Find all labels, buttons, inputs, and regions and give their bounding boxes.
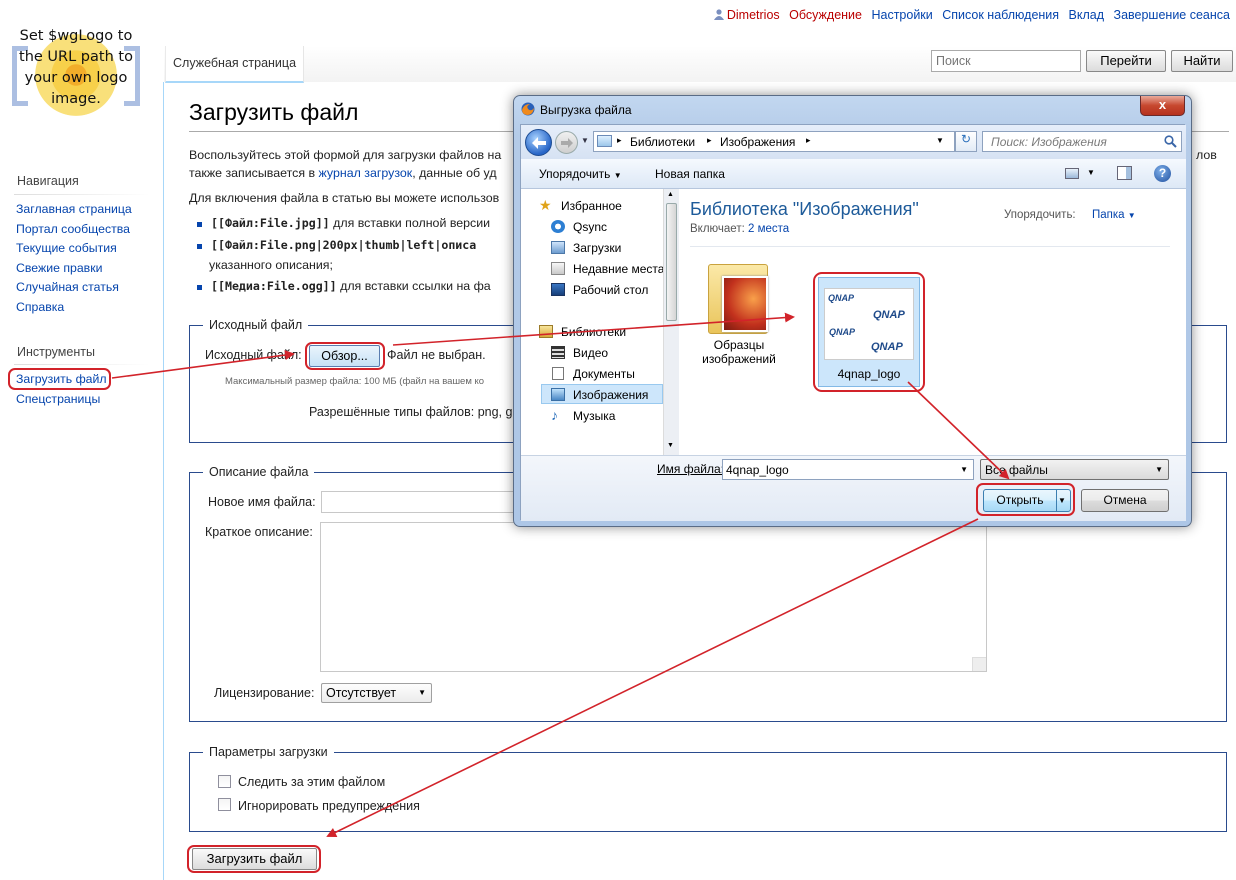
annotation-arrows: [111, 312, 1010, 837]
arrow-browse-to-file: [392, 312, 795, 346]
arrow-open-to-upload: [326, 518, 979, 837]
arrow-upload-to-browse: [111, 350, 295, 379]
screen: Dimetrios Обсуждение Настройки Список на…: [0, 0, 1236, 880]
arrow-file-to-open: [907, 381, 1010, 480]
